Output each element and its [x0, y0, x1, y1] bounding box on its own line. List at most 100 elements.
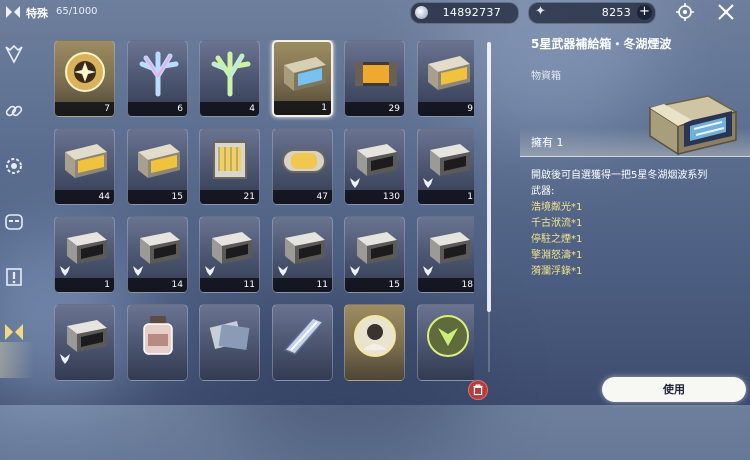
bind-icon — [421, 263, 435, 277]
sidebar-item-crest[interactable] — [3, 43, 25, 65]
category-label: 特殊 — [26, 7, 48, 20]
inventory-slot[interactable] — [272, 304, 333, 381]
weapons-label: 武器: — [531, 186, 555, 197]
item-quantity: 29 — [345, 102, 404, 116]
inventory-grid: 7 6 4 1 29 9 44 15 21 47 130 1 1 14 11 11 15 18 — [54, 40, 474, 405]
owned-count: 擁有 1 — [531, 136, 564, 149]
inventory-slot[interactable] — [54, 304, 115, 381]
exclamation-icon — [6, 268, 22, 286]
inventory-slot[interactable] — [127, 304, 188, 381]
inventory-slot[interactable]: 11 — [272, 216, 333, 293]
item-quantity: 15 — [345, 278, 404, 292]
bottle-item-icon — [134, 310, 183, 362]
orb-item-icon — [61, 46, 110, 98]
item-quantity: 1 — [55, 278, 114, 292]
category-icon — [6, 6, 20, 18]
weapon-option: 擎淵怒濤*1 — [531, 250, 583, 261]
scrollbar-thumb[interactable] — [487, 42, 491, 312]
item-quantity: 47 — [273, 190, 332, 204]
bind-icon — [421, 175, 435, 189]
cards-item-icon — [206, 310, 255, 362]
item-quantity: 15 — [128, 190, 187, 204]
category-sidebar — [0, 28, 34, 405]
inventory-slot[interactable] — [199, 304, 260, 381]
top-bar: 特殊 65/1000 14892737 ✦ 8253 + — [0, 0, 750, 26]
inventory-slot[interactable]: 4 — [199, 40, 260, 117]
cage-item-icon — [206, 134, 255, 186]
inventory-slot[interactable]: 15 — [127, 128, 188, 205]
inventory-slot[interactable]: 11 — [199, 216, 260, 293]
special-icon — [5, 324, 23, 340]
weapon-option: 停駐之煙*1 — [531, 234, 583, 245]
chest-image — [648, 95, 739, 156]
inventory-slot[interactable]: 1 — [417, 128, 474, 205]
capsule-item-icon — [279, 134, 328, 186]
coin-icon — [415, 6, 428, 19]
bind-icon — [58, 351, 72, 365]
chest-gold-item-icon — [134, 134, 183, 186]
description-text: 開啟後可自選獲得一把5星冬湖烟波系列 — [531, 170, 708, 181]
target-icon[interactable] — [675, 2, 695, 22]
item-quantity: 6 — [128, 102, 187, 116]
star-currency-icon: ✦ — [535, 4, 546, 19]
sidebar-item-alert[interactable] — [3, 266, 25, 288]
inventory-slot[interactable]: 7 — [54, 40, 115, 117]
item-quantity: 1 — [274, 101, 331, 115]
mask-icon — [5, 214, 23, 230]
inventory-slot[interactable]: 29 — [344, 40, 405, 117]
inventory-slot[interactable]: 47 — [272, 128, 333, 205]
sidebar-item-gear[interactable] — [3, 155, 25, 177]
inventory-slot[interactable]: 9 — [417, 40, 474, 117]
chest-gold-item-icon — [61, 134, 110, 186]
item-quantity: 9 — [418, 102, 474, 116]
inventory-slot[interactable]: 130 — [344, 128, 405, 205]
weapon-option: 千古洑流*1 — [531, 218, 583, 229]
item-quantity: 18 — [418, 278, 474, 292]
coral-blue-item-icon — [134, 46, 183, 98]
bind-icon — [203, 263, 217, 277]
inventory-slot[interactable]: 18 — [417, 216, 474, 293]
inventory-slot[interactable]: 14 — [127, 216, 188, 293]
item-detail-panel: 5星武器補給箱・冬湖煙波 物資箱 擁有 1 開啟後可自選獲得一把5星冬湖烟波系列… — [520, 30, 750, 405]
item-quantity: 21 — [200, 190, 259, 204]
emblem-item-icon — [424, 310, 473, 362]
bind-icon — [348, 175, 362, 189]
inventory-slot[interactable]: 6 — [127, 40, 188, 117]
inventory-slot[interactable]: 44 — [54, 128, 115, 205]
inventory-slot[interactable]: 21 — [199, 128, 260, 205]
inventory-slot[interactable] — [344, 304, 405, 381]
chest-gold-item-icon — [424, 46, 473, 98]
crystal-item-icon — [279, 310, 328, 362]
close-icon[interactable] — [716, 2, 736, 22]
use-button[interactable]: 使用 — [602, 377, 746, 402]
crest-icon — [5, 44, 23, 64]
gear-target-icon — [6, 158, 22, 174]
link-icon — [5, 105, 23, 117]
bind-icon — [58, 263, 72, 277]
weapon-option: 漪瀾浮錄*1 — [531, 266, 583, 277]
sidebar-active-highlight — [0, 342, 34, 378]
star-amount: 8253 — [601, 6, 631, 19]
item-title: 5星武器補給箱・冬湖煙波 — [531, 37, 672, 51]
item-type: 物資箱 — [531, 71, 561, 82]
sidebar-item-mask[interactable] — [3, 211, 25, 233]
inventory-count: 65/1000 — [56, 6, 98, 17]
inventory-slot[interactable]: 1 — [54, 216, 115, 293]
currency-display-stars: ✦ 8253 + — [528, 2, 656, 24]
item-quantity: 7 — [55, 102, 114, 116]
chest-orange-item-icon — [351, 46, 400, 98]
inventory-slot[interactable]: 15 — [344, 216, 405, 293]
bind-icon — [348, 263, 362, 277]
trash-icon[interactable] — [468, 380, 488, 400]
item-quantity: 1 — [418, 190, 474, 204]
chest-blue-item-icon — [280, 47, 329, 99]
bind-icon — [131, 263, 145, 277]
coin-amount: 14892737 — [442, 6, 501, 19]
sidebar-item-special[interactable] — [3, 321, 25, 343]
currency-display-coins: 14892737 — [410, 2, 519, 24]
add-currency-button[interactable]: + — [637, 5, 652, 20]
portrait-item-icon — [351, 310, 400, 362]
inventory-slot[interactable]: 1 — [272, 40, 333, 117]
inventory-slot[interactable] — [417, 304, 474, 381]
sidebar-item-link[interactable] — [3, 100, 25, 122]
